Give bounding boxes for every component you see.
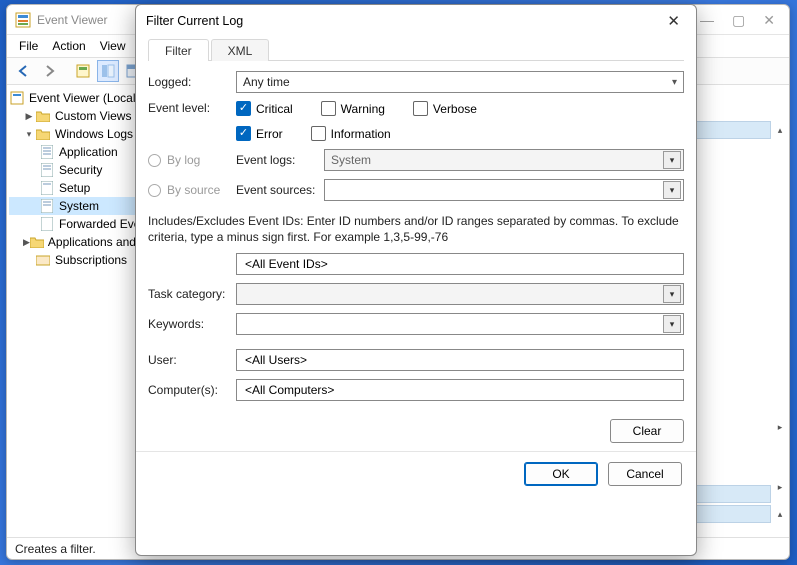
tab-filter[interactable]: Filter [148,39,209,61]
user-label: User: [148,353,236,367]
tree-root-label: Event Viewer (Local) [29,91,140,105]
error-checkbox[interactable]: Error [236,126,283,141]
information-checkbox[interactable]: Information [311,126,391,141]
critical-checkbox[interactable]: Critical [236,101,293,116]
dialog-close-button[interactable]: ✕ [661,10,686,32]
folder-open-icon [35,126,51,142]
verbose-checkbox[interactable]: Verbose [413,101,477,116]
log-icon [39,198,55,214]
collapse-up-icon[interactable]: ▴ [773,123,787,137]
back-button[interactable] [13,60,35,82]
event-level-label: Event level: [148,101,236,115]
user-field[interactable] [243,352,677,368]
folder-icon [35,108,51,124]
keywords-combo[interactable]: ▾ [236,313,684,335]
toolbar-icon-2[interactable] [97,60,119,82]
toolbar-icon-1[interactable] [72,60,94,82]
logged-select[interactable]: Any time ▾ [236,71,684,93]
forward-button[interactable] [38,60,60,82]
event-sources-label: Event sources: [236,183,324,197]
menu-view[interactable]: View [100,39,126,53]
dropdown-icon[interactable]: ▾ [663,181,681,199]
event-sources-combo[interactable]: ▾ [324,179,684,201]
filter-dialog: Filter Current Log ✕ Filter XML Logged: … [135,4,697,556]
keywords-label: Keywords: [148,317,236,331]
event-ids-field[interactable] [243,256,677,272]
event-logs-label: Event logs: [236,153,324,167]
dropdown-icon: ▾ [663,285,681,303]
close-button[interactable]: ✕ [763,13,775,27]
clear-button[interactable]: Clear [610,419,684,443]
log-icon [39,162,55,178]
maximize-button[interactable]: ▢ [732,13,745,27]
menu-action[interactable]: Action [52,39,85,53]
menu-file[interactable]: File [19,39,38,53]
collapse-up-icon[interactable]: ▴ [773,507,787,521]
dropdown-icon: ▾ [663,151,681,169]
tab-strip: Filter XML [148,37,684,61]
task-category-label: Task category: [148,287,236,301]
logged-value: Any time [243,75,290,89]
expand-right-icon[interactable]: ▸ [773,420,787,434]
log-icon [39,180,55,196]
cancel-button[interactable]: Cancel [608,462,682,486]
ok-button[interactable]: OK [524,462,598,486]
status-text: Creates a filter. [15,542,96,556]
subscriptions-icon [35,252,51,268]
event-ids-description: Includes/Excludes Event IDs: Enter ID nu… [148,213,684,245]
computers-input[interactable] [236,379,684,401]
minimize-button[interactable]: — [700,13,714,27]
event-logs-value: System [331,153,371,167]
user-input[interactable] [236,349,684,371]
warning-checkbox[interactable]: Warning [321,101,385,116]
event-logs-combo: System ▾ [324,149,684,171]
chevron-right-icon[interactable]: ▶ [23,237,30,248]
dialog-titlebar: Filter Current Log ✕ [136,5,696,37]
folder-icon [30,234,44,250]
event-ids-input[interactable] [236,253,684,275]
log-icon [39,144,55,160]
by-log-radio: By log [148,153,236,167]
logged-label: Logged: [148,75,236,89]
dialog-title: Filter Current Log [146,14,661,28]
task-category-combo: ▾ [236,283,684,305]
chevron-down-icon[interactable]: ▾ [23,129,35,140]
computers-field[interactable] [243,382,677,398]
chevron-down-icon: ▾ [672,77,677,88]
window-buttons: — ▢ ✕ [700,13,775,27]
tab-xml[interactable]: XML [211,39,270,61]
chevron-right-icon[interactable]: ▶ [23,111,35,122]
log-icon [39,216,55,232]
event-viewer-icon [15,12,31,28]
computers-label: Computer(s): [148,383,236,397]
by-source-radio: By source [148,183,236,197]
dropdown-icon[interactable]: ▾ [663,315,681,333]
event-viewer-tree-icon [9,90,25,106]
expand-right-icon[interactable]: ▸ [773,480,787,494]
